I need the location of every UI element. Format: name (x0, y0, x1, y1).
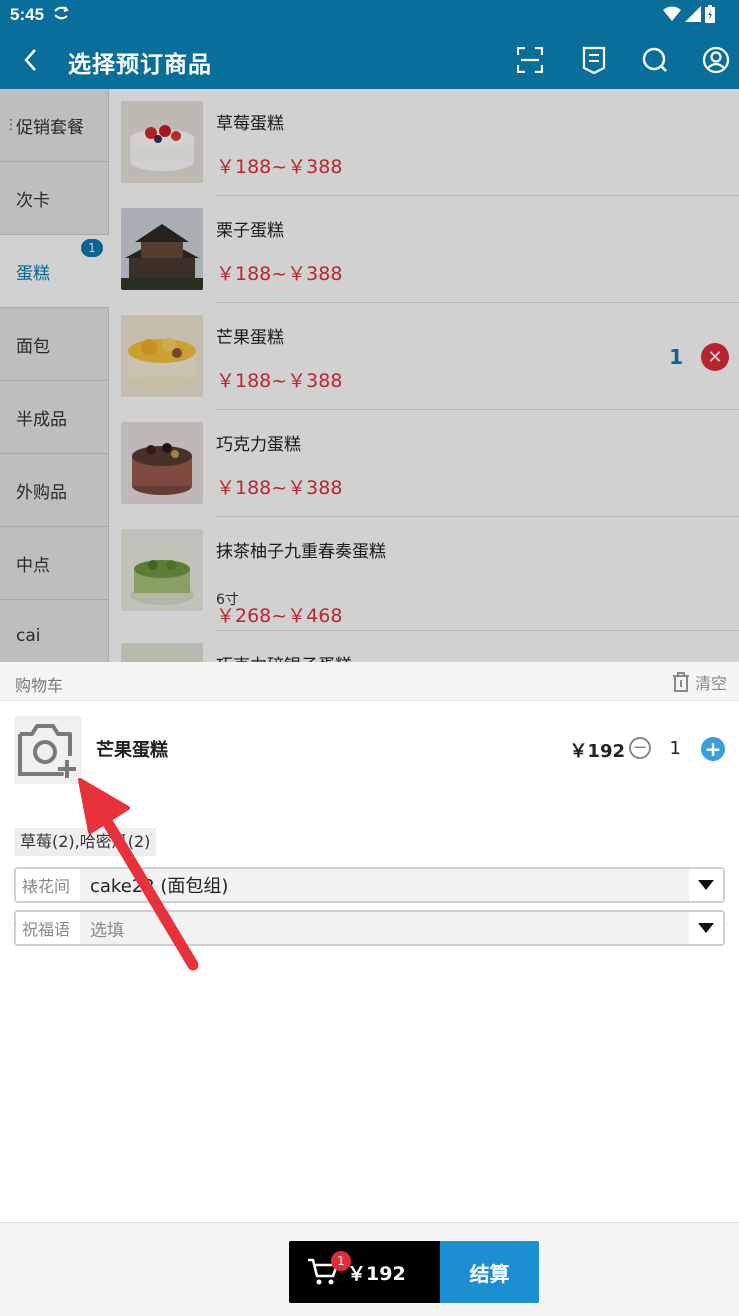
chevron-left-icon (24, 49, 36, 71)
cart-title: 购物车 (15, 676, 64, 695)
status-bar: 5:45 (0, 0, 739, 32)
checkout-button[interactable]: 结算 (440, 1241, 539, 1303)
battery-icon (705, 5, 715, 23)
checkout-bar: 1 ￥192 结算 (289, 1241, 539, 1303)
decoration-room-select[interactable]: 裱花间 cake22 (面包组) (14, 867, 725, 903)
cart-count-badge: 1 (331, 1251, 351, 1271)
dropdown-arrow-icon (689, 912, 723, 944)
trash-icon (672, 672, 689, 692)
cart-item-name: 芒果蛋糕 (96, 740, 168, 761)
cart-item-price: ￥192 (569, 741, 625, 762)
cart-summary[interactable]: 1 ￥192 (289, 1241, 440, 1303)
wifi-icon (663, 6, 681, 21)
dim-overlay[interactable] (0, 89, 739, 662)
camera-add-icon (18, 724, 76, 778)
cart-item-options: 草莓(2),哈密瓜(2) (14, 828, 157, 856)
cart-total: ￥192 (347, 1262, 406, 1285)
bottom-bar: 1 ￥192 结算 (0, 1222, 739, 1316)
greeting-select[interactable]: 祝福语 选填 (14, 910, 725, 946)
clear-cart-button[interactable]: 清空 (672, 670, 727, 694)
decrease-qty-button[interactable]: − (629, 737, 651, 759)
signal-icon (685, 6, 701, 22)
back-button[interactable] (14, 44, 46, 76)
cart-item: 芒果蛋糕 ￥192 − 1 + 草莓(2),哈密瓜(2) 裱花间 cake22 … (12, 701, 727, 946)
user-icon (702, 46, 730, 74)
cart-panel: 购物车 清空 芒果蛋糕 ￥192 − 1 + 草莓(2),哈密瓜(2) 裱花间 … (0, 662, 739, 1222)
app-bar: 选择预订商品 (0, 32, 739, 89)
minus-icon: − (632, 737, 648, 758)
plus-icon: + (704, 737, 722, 761)
dropdown-arrow-icon (689, 869, 723, 901)
cart-item-qty: 1 (669, 738, 681, 759)
scan-button[interactable] (514, 44, 546, 76)
profile-button[interactable] (700, 44, 732, 76)
page-title: 选择预订商品 (68, 52, 212, 78)
add-photo-button[interactable] (14, 716, 82, 784)
field-label: 祝福语 (16, 912, 80, 944)
search-button[interactable] (639, 44, 671, 76)
cart-header: 购物车 清空 (0, 662, 739, 701)
search-icon (642, 47, 667, 72)
receipt-icon (582, 46, 606, 74)
orders-button[interactable] (578, 44, 610, 76)
scan-icon (517, 47, 543, 73)
status-time: 5:45 (10, 5, 45, 24)
clear-cart-label: 清空 (694, 674, 727, 693)
increase-qty-button[interactable]: + (701, 737, 725, 761)
field-placeholder: 选填 (80, 912, 689, 944)
system-icons (663, 5, 715, 23)
field-value: cake22 (面包组) (80, 869, 689, 901)
field-label: 裱花间 (16, 869, 80, 901)
sync-icon (52, 4, 70, 26)
